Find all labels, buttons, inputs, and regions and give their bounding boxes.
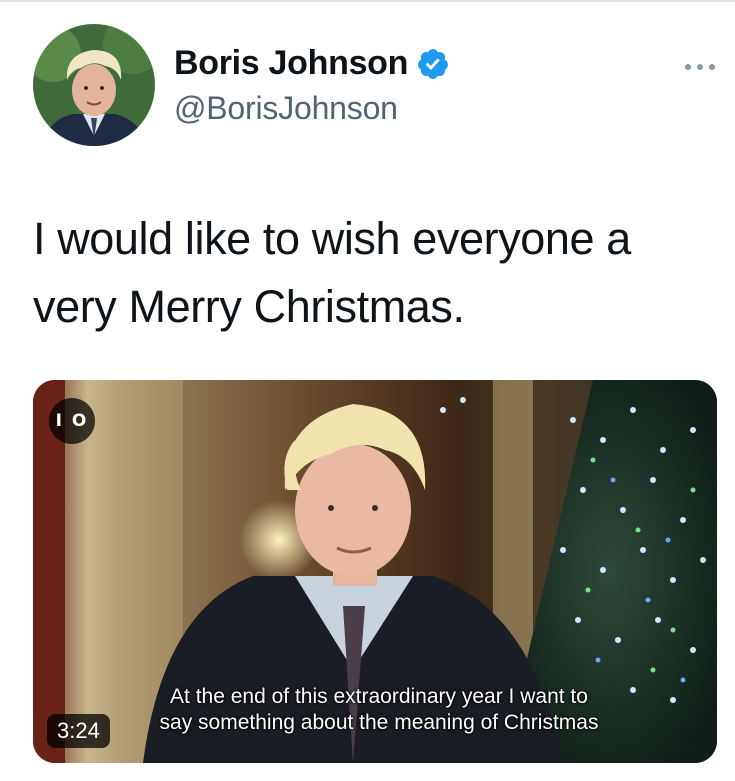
- subtitle-line-2: say something about the meaning of Chris…: [159, 711, 599, 734]
- channel-logo: I O: [49, 398, 95, 444]
- video-duration-badge: 3:24: [47, 714, 110, 748]
- video-subtitle: At the end of this extraordinary year I …: [119, 684, 639, 736]
- avatar[interactable]: [33, 24, 155, 146]
- video-player[interactable]: I O At the end of this extraordinary yea…: [33, 380, 717, 763]
- verified-badge-icon: [418, 48, 448, 79]
- more-options-icon[interactable]: [682, 60, 718, 74]
- author-display-name[interactable]: Boris Johnson: [174, 44, 408, 83]
- top-divider: [0, 0, 735, 2]
- author-row: Boris Johnson: [174, 44, 450, 83]
- subtitle-line-1: At the end of this extraordinary year I …: [170, 685, 588, 708]
- author-handle[interactable]: @BorisJohnson: [174, 90, 398, 127]
- tweet-text: I would like to wish everyone a very Mer…: [33, 213, 631, 332]
- avatar-photo: [33, 24, 155, 146]
